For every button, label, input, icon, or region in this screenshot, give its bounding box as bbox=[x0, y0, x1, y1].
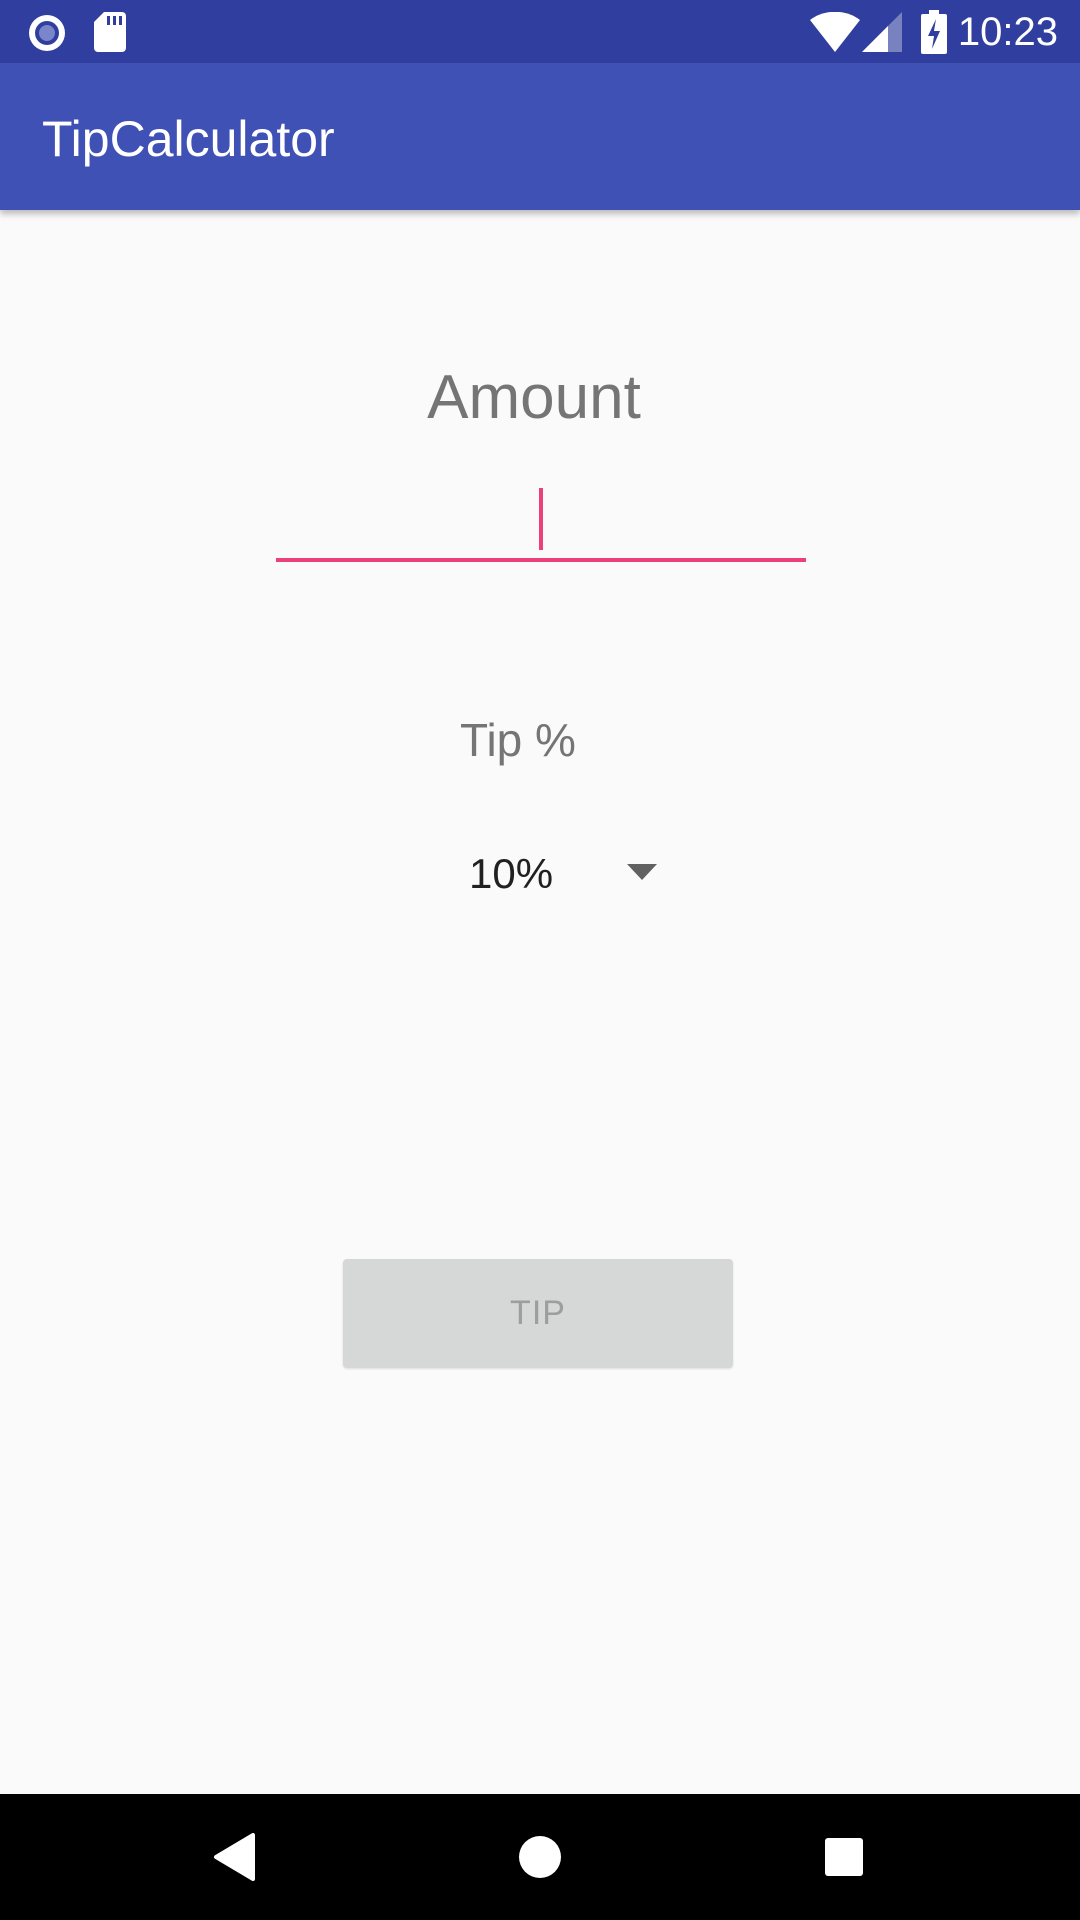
wifi-icon bbox=[810, 11, 860, 56]
sd-card-icon bbox=[94, 12, 126, 56]
app-bar: TipCalculator bbox=[0, 63, 1080, 210]
recents-icon[interactable] bbox=[824, 1837, 864, 1881]
tip-percent-spinner[interactable]: 10% bbox=[440, 840, 680, 912]
navigation-bar bbox=[0, 1794, 1080, 1920]
amount-input[interactable] bbox=[276, 478, 806, 564]
amount-input-underline bbox=[276, 558, 806, 562]
tip-button[interactable]: TIP bbox=[343, 1259, 733, 1368]
cell-signal-icon bbox=[862, 12, 902, 56]
battery-charging-icon bbox=[921, 10, 947, 58]
home-icon[interactable] bbox=[518, 1835, 562, 1883]
dropdown-arrow-icon bbox=[627, 864, 657, 884]
app-title: TipCalculator bbox=[42, 111, 335, 167]
tip-percent-selected: 10% bbox=[469, 850, 554, 897]
back-icon[interactable] bbox=[213, 1833, 255, 1885]
status-bar: 10:23 bbox=[0, 0, 1080, 63]
tip-percent-label: Tip % bbox=[460, 714, 576, 766]
status-time: 10:23 bbox=[957, 10, 1058, 54]
camera-notification-icon bbox=[27, 13, 67, 57]
text-cursor bbox=[539, 488, 543, 550]
amount-label: Amount bbox=[427, 363, 641, 432]
